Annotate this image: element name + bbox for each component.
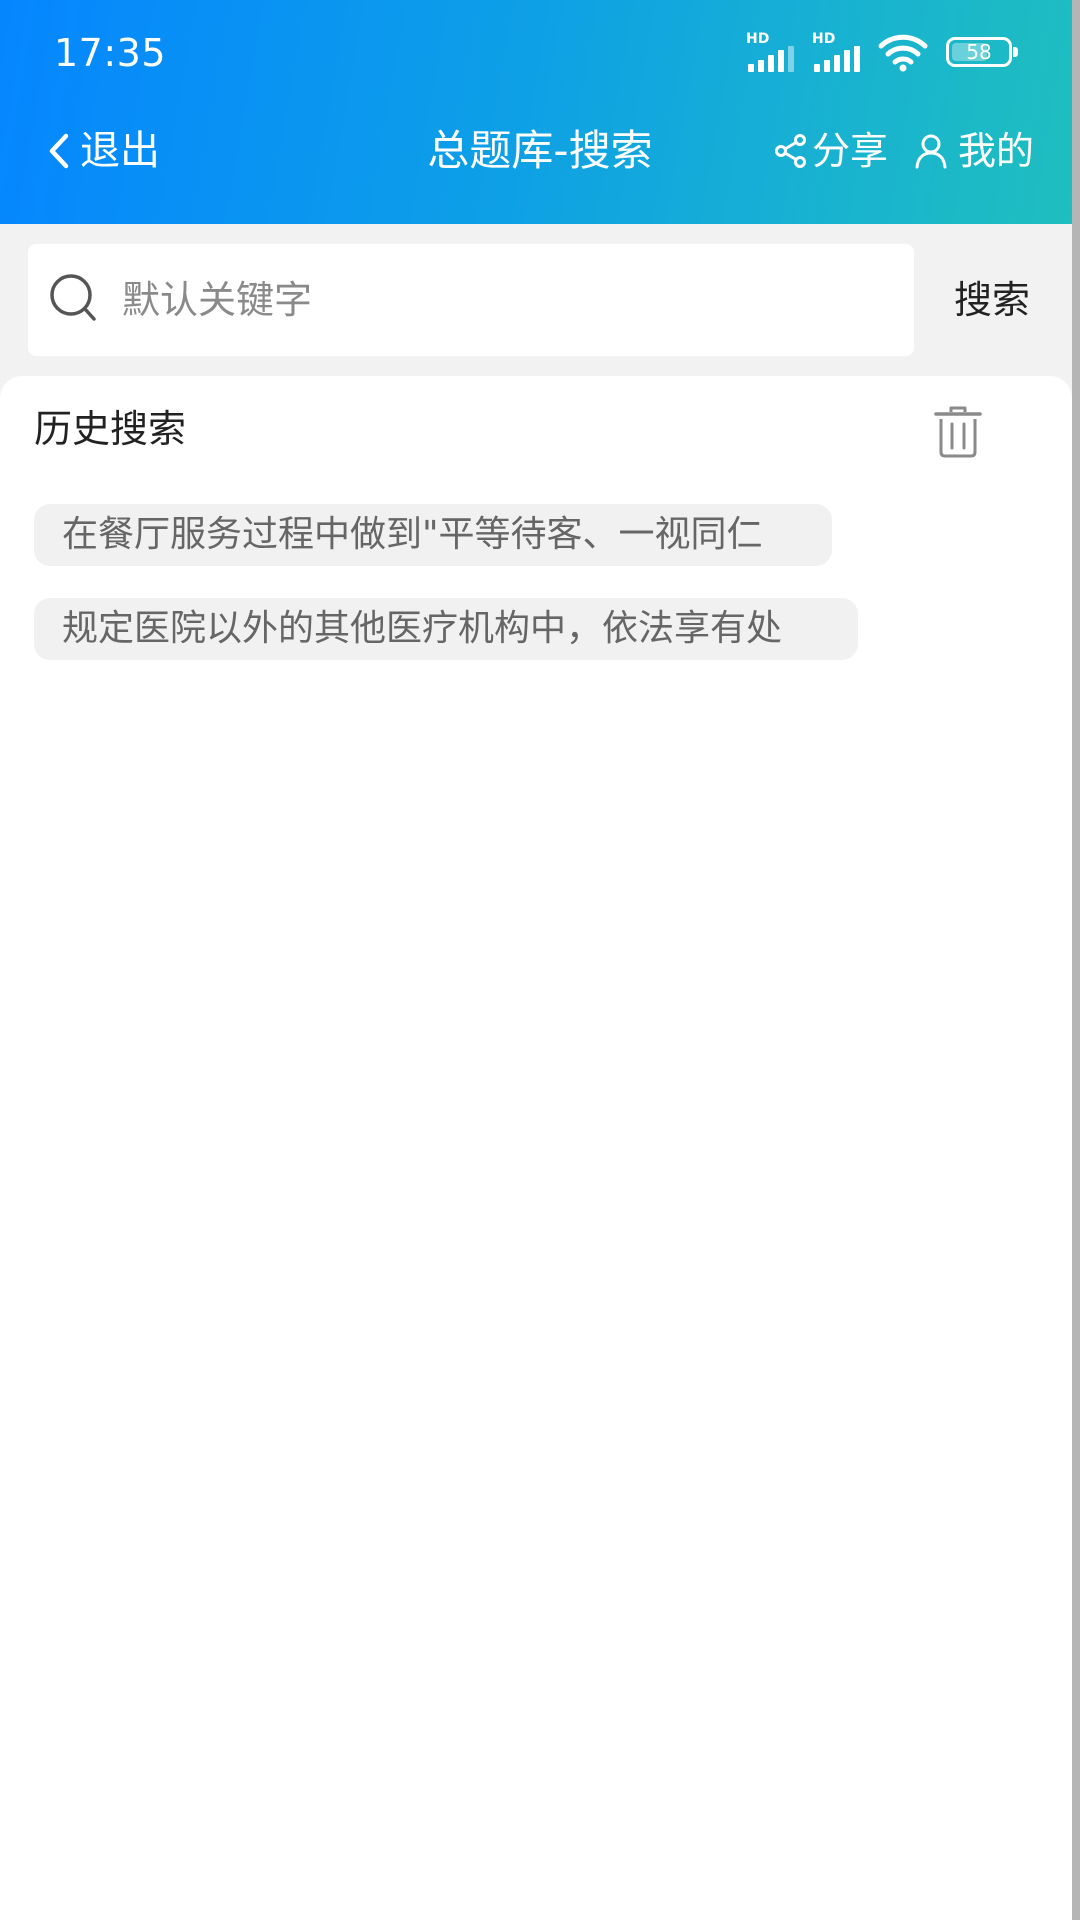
history-item[interactable]: 在餐厅服务过程中做到"平等待客、一视同仁 xyxy=(34,504,832,566)
search-row: 搜索 xyxy=(0,224,1080,374)
search-box[interactable] xyxy=(28,244,914,356)
header: 17:35 HD HD 58 退出 总题库-搜索 分享 我的 xyxy=(0,0,1080,224)
status-icons: HD HD 58 xyxy=(746,30,1018,74)
share-label: 分享 xyxy=(812,129,889,173)
status-bar: 17:35 HD HD 58 xyxy=(0,0,1080,100)
history-list: 在餐厅服务过程中做到"平等待客、一视同仁 规定医院以外的其他医疗机构中，依法享有… xyxy=(34,504,1034,692)
history-item[interactable]: 规定医院以外的其他医疗机构中，依法享有处 xyxy=(34,598,858,660)
signal-icon: HD xyxy=(812,32,864,72)
search-button[interactable]: 搜索 xyxy=(954,272,1030,328)
share-icon xyxy=(775,134,806,168)
share-button[interactable]: 分享 xyxy=(774,126,888,176)
status-time: 17:35 xyxy=(54,31,167,75)
signal-hd-label: HD xyxy=(812,31,836,47)
mine-button[interactable]: 我的 xyxy=(914,126,1034,176)
signal-icon: HD xyxy=(746,32,798,72)
app-root: 17:35 HD HD 58 退出 总题库-搜索 分享 我的 默认关键字 搜索 … xyxy=(0,0,1080,1920)
signal-hd-label: HD xyxy=(746,31,770,47)
trash-icon[interactable] xyxy=(932,404,984,460)
user-icon xyxy=(915,134,947,169)
search-icon xyxy=(50,274,96,321)
history-title: 历史搜索 xyxy=(34,407,187,451)
mine-label: 我的 xyxy=(958,129,1035,173)
battery-level: 58 xyxy=(966,40,992,64)
wifi-icon xyxy=(878,34,928,72)
search-input[interactable] xyxy=(122,264,882,336)
battery-icon: 58 xyxy=(946,37,1018,67)
scrollbar[interactable] xyxy=(1072,0,1080,1920)
history-panel: 历史搜索 在餐厅服务过程中做到"平等待客、一视同仁 规定医院以外的其他医疗机构中… xyxy=(0,376,1072,1920)
nav-bar: 退出 总题库-搜索 分享 我的 xyxy=(0,100,1080,224)
